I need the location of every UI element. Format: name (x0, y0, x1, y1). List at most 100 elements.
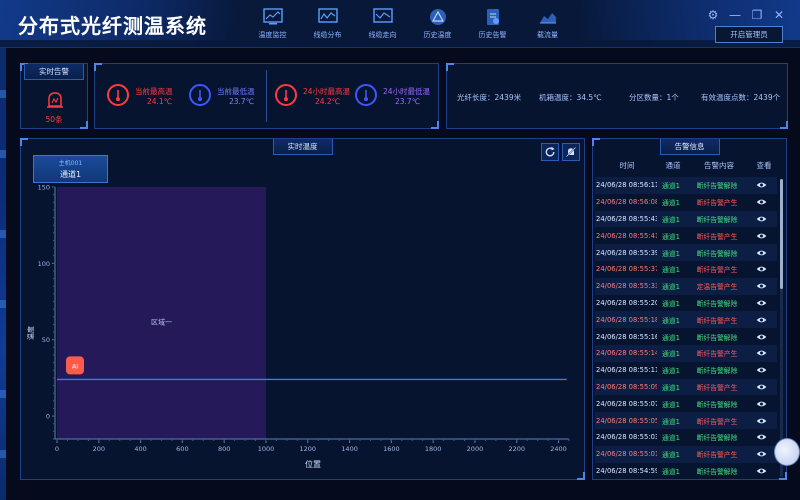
eye-icon (756, 384, 766, 390)
eye-icon (756, 233, 766, 239)
valid-point-count: 有效温度点数：2439个 (701, 93, 781, 102)
alarm-content: 断纤告警产生 (696, 232, 738, 241)
view-button[interactable] (749, 249, 773, 257)
x-tick-label: 600 (176, 445, 188, 453)
view-button[interactable] (749, 433, 773, 441)
chassis-temp: 机箱温度：34.5℃ (539, 93, 602, 102)
view-button[interactable] (749, 215, 773, 223)
view-button[interactable] (749, 316, 773, 324)
alarm-content: 断纤告警解除 (696, 467, 738, 476)
view-button[interactable] (749, 349, 773, 357)
document-alarm-icon (486, 9, 499, 25)
header-bar: 分布式光纤测温系统 温度监控 线缆分布 线缆走向 历史温度 历史告警 载流量 ⚙… (0, 0, 800, 48)
eye-icon (756, 451, 766, 457)
eye-icon (756, 182, 766, 188)
view-button[interactable] (749, 181, 773, 189)
mute-alarm-button[interactable] (562, 143, 580, 161)
view-button[interactable] (749, 383, 773, 391)
view-button[interactable] (749, 417, 773, 425)
alarm-channel: 通道1 (662, 400, 680, 409)
zone-count: 分区数量：1个 (629, 93, 679, 102)
thermometer-icon (355, 84, 377, 106)
alarm-row: 24/06/28 08:55:20 通道1 断纤告警解除 (595, 295, 777, 312)
alarm-content: 断纤告警产生 (696, 451, 738, 460)
alarm-count: 50条 (45, 115, 63, 124)
x-tick-label: 1400 (341, 445, 358, 453)
nav-temp-monitor[interactable]: 温度监控 (245, 4, 300, 44)
alarm-time: 24/06/28 08:55:03 (596, 433, 657, 442)
nav-ampacity[interactable]: 载流量 (520, 4, 575, 44)
app-title: 分布式光纤测温系统 (18, 14, 207, 38)
alarm-row: 24/06/28 08:55:11 通道1 断纤告警解除 (595, 362, 777, 379)
nav-history-alarm[interactable]: 历史告警 (465, 4, 520, 44)
alarm-time: 24/06/28 08:55:11 (596, 366, 657, 375)
alarm-time: 24/06/28 08:55:16 (596, 332, 657, 341)
view-button[interactable] (749, 232, 773, 240)
nav-cable-distribution[interactable]: 线缆分布 (300, 4, 355, 44)
eye-icon (756, 401, 766, 407)
view-button[interactable] (749, 450, 773, 458)
view-button[interactable] (749, 198, 773, 206)
view-button[interactable] (749, 467, 773, 475)
alarm-channel: 通道1 (662, 215, 680, 224)
alarm-row: 24/06/28 08:55:16 通道1 断纤告警解除 (595, 328, 777, 345)
fiber-length: 光纤长度：2439米 (457, 93, 522, 102)
alarm-time: 24/06/28 08:55:05 (596, 416, 657, 425)
alarm-table-body: 24/06/28 08:56:11 通道1 断纤告警解除 24/06/28 08:56… (595, 177, 777, 479)
alarm-channel: 通道1 (662, 350, 680, 359)
top-nav: 温度监控 线缆分布 线缆走向 历史温度 历史告警 载流量 (245, 4, 575, 44)
floating-assistant-avatar[interactable] (774, 438, 800, 466)
alarm-time: 24/06/28 08:55:09 (596, 382, 657, 391)
view-button[interactable] (749, 333, 773, 341)
alarm-time: 24/06/28 08:54:59 (596, 466, 657, 475)
left-edge-strip (0, 0, 6, 500)
eye-icon (756, 468, 766, 474)
scrollbar-thumb[interactable] (780, 179, 783, 289)
view-button[interactable] (749, 400, 773, 408)
eye-icon (756, 283, 766, 289)
temperature-summary-panel: 当前最高温 24.1℃ 当前最低温 23.7℃ 24小时最高温 24.2℃ 24… (94, 63, 439, 129)
alarm-time: 24/06/28 08:55:41 (596, 231, 657, 240)
alarm-row: 24/06/28 08:55:41 通道1 断纤告警产生 (595, 227, 777, 244)
view-button[interactable] (749, 282, 773, 290)
alarm-time: 24/06/28 08:55:43 (596, 214, 657, 223)
alarm-content: 断纤告警解除 (696, 299, 738, 308)
gear-icon[interactable]: ⚙ (706, 8, 720, 22)
alarm-row: 24/06/28 08:56:08 通道1 断纤告警产生 (595, 194, 777, 211)
x-tick-label: 1800 (425, 445, 442, 453)
refresh-button[interactable] (541, 143, 559, 161)
x-axis-label: 位置 (305, 459, 321, 469)
close-icon[interactable]: ✕ (772, 8, 786, 22)
ai-marker-label: AI (72, 362, 78, 370)
monitor-chart-icon (262, 8, 283, 25)
alarm-time: 24/06/28 08:55:07 (596, 399, 657, 408)
eye-icon (756, 367, 766, 373)
realtime-alarm-panel: 实时告警 50条 (20, 63, 88, 129)
eye-icon (756, 300, 766, 306)
minimize-icon[interactable]: — (728, 8, 742, 22)
restore-icon[interactable]: ❐ (750, 8, 764, 22)
area-chart-icon (539, 13, 556, 24)
view-button[interactable] (749, 366, 773, 374)
alarm-channel: 通道1 (662, 417, 680, 426)
view-button[interactable] (749, 299, 773, 307)
alarm-content: 断纤告警解除 (696, 333, 738, 342)
alarm-content: 断纤告警产生 (696, 266, 738, 275)
alarm-channel: 通道1 (662, 182, 680, 191)
window-controls: ⚙ — ❐ ✕ (706, 8, 786, 22)
triangle-warning-icon (429, 9, 446, 25)
channel-tab[interactable]: 主机001 通道1 (33, 155, 108, 183)
alarm-content: 断纤告警解除 (696, 215, 738, 224)
alarm-time: 24/06/28 08:55:01 (596, 450, 657, 459)
admin-mode-button[interactable]: 开启管理员 (715, 26, 783, 43)
alarm-channel: 通道1 (662, 367, 680, 376)
view-button[interactable] (749, 265, 773, 273)
alarm-row: 24/06/28 08:54:59 通道1 断纤告警解除 (595, 463, 777, 479)
y-tick-label: 50 (42, 336, 50, 344)
realtime-temperature-panel: 实时温度 区域一 0 50 100 150 0 200 400 600 800 1000 1200 14… (20, 138, 585, 480)
alarm-channel: 通道1 (662, 199, 680, 208)
alarm-time: 24/06/28 08:55:18 (596, 315, 657, 324)
nav-cable-route[interactable]: 线缆走向 (355, 4, 410, 44)
alarm-content: 断纤告警产生 (696, 350, 738, 359)
nav-history-temp[interactable]: 历史温度 (410, 4, 465, 44)
